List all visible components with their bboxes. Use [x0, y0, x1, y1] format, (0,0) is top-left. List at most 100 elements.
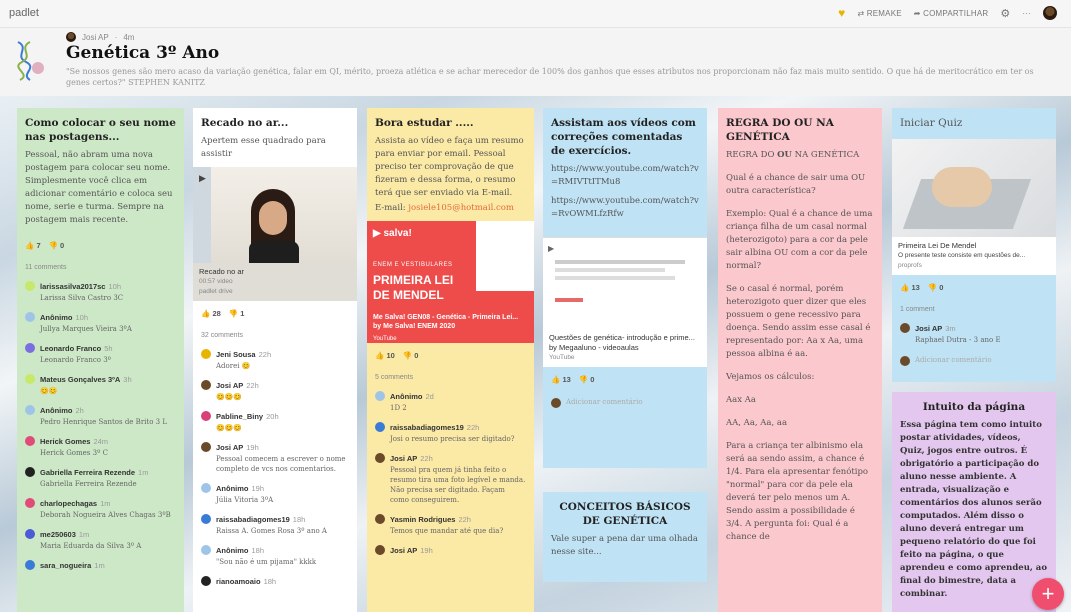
comment-count: 11 comments [25, 264, 67, 271]
link-preview: Primeira Lei De Mendel O presente teste … [892, 237, 1056, 275]
share-button[interactable]: ➦ COMPARTILHAR [914, 9, 989, 18]
play-icon[interactable]: ▶ [548, 242, 554, 255]
commenter-avatar[interactable] [375, 545, 385, 555]
dislike-button[interactable]: 👎 0 [928, 281, 944, 294]
commenter-avatar[interactable] [25, 343, 35, 353]
post-card[interactable]: Intuito da página Essa página tem como i… [892, 392, 1056, 612]
commenter-avatar[interactable] [900, 323, 910, 333]
comment-item: Leonardo Franco 5h Leonardo Franco 3º [17, 339, 184, 370]
commenter-avatar[interactable] [25, 467, 35, 477]
youtube-thumbnail[interactable]: ▶ salva! ENEM E VESTIBULARES PRIMEIRA LE… [367, 221, 534, 343]
commenter-avatar[interactable] [25, 529, 35, 539]
like-button[interactable]: 👍 13 [900, 281, 920, 294]
commenter-name[interactable]: Yasmin Rodrigues 22h [390, 513, 503, 526]
dislike-button[interactable]: 👎 0 [403, 349, 419, 362]
commenter-name[interactable]: Josi AP 22h [390, 452, 526, 465]
commenter-name[interactable]: Leonardo Franco 5h [40, 342, 113, 355]
post-card[interactable]: Como colocar o seu nome nas postagens...… [17, 108, 184, 233]
commenter-avatar[interactable] [25, 312, 35, 322]
page-description: "Se nossos genes são mero acaso da varia… [66, 67, 1034, 87]
post-card[interactable]: CONCEITOS BÁSICOS DE GENÉTICA Vale super… [543, 492, 707, 582]
commenter-avatar[interactable] [375, 391, 385, 401]
commenter-name[interactable]: Josi AP 22h [216, 379, 259, 392]
commenter-name[interactable]: me250603 1m [40, 528, 141, 541]
youtube-link-2[interactable]: https://www.youtube.com/watch?v=RvOWMLfz… [551, 195, 699, 221]
commenter-name[interactable]: Herick Gomes 24m [40, 435, 108, 448]
user-avatar[interactable] [1043, 6, 1057, 20]
commenter-name[interactable]: Anônimo 2d [390, 390, 434, 403]
commenter-name[interactable]: Josi AP 3m [915, 322, 1001, 335]
video-thumbnail[interactable]: ▶ [193, 167, 357, 263]
dislike-button[interactable]: 👎 0 [49, 239, 65, 252]
commenter-avatar[interactable] [25, 436, 35, 446]
commenter-name[interactable]: Josi AP 19h [390, 544, 433, 557]
play-icon[interactable]: ▶ [199, 173, 206, 186]
column-5: REGRA DO OU NA GENÉTICA REGRA DO OU NA G… [718, 108, 882, 612]
commenter-name[interactable]: Pabline_Biny 20h [216, 410, 279, 423]
commenter-name[interactable]: Anônimo 2h [40, 404, 167, 417]
commenter-avatar[interactable] [201, 545, 211, 555]
like-button[interactable]: 👍 28 [201, 307, 221, 320]
gear-icon[interactable]: ⚙ [1000, 7, 1010, 20]
commenter-name[interactable]: charlopechagas 1m [40, 497, 171, 510]
commenter-name[interactable]: sara_nogueira 1m [40, 559, 105, 572]
like-button[interactable]: 👍 13 [551, 373, 571, 386]
email-label: E-mail: [375, 203, 406, 213]
post-card[interactable]: Bora estudar ..... Assista ao vídeo e fa… [367, 108, 534, 221]
commenter-avatar[interactable] [201, 411, 211, 421]
commenter-name[interactable]: rianoamoaio 18h [216, 575, 276, 588]
heart-icon[interactable]: ♥ [838, 6, 845, 20]
author-name[interactable]: Josi AP [82, 33, 109, 42]
youtube-link-1[interactable]: https://www.youtube.com/watch?v=RMIVTtIT… [551, 163, 699, 189]
commenter-avatar[interactable] [201, 514, 211, 524]
post-card[interactable]: Assistam aos vídeos com correções coment… [543, 108, 707, 468]
post-card[interactable]: Iniciar Quiz Primeira Lei De Mendel O pr… [892, 108, 1056, 382]
post-body: Pessoal, não abram uma nova postagem par… [25, 150, 173, 225]
commenter-avatar[interactable] [201, 380, 211, 390]
dislike-button[interactable]: 👎 1 [229, 307, 245, 320]
commenter-avatar[interactable] [201, 349, 211, 359]
commenter-avatar[interactable] [375, 453, 385, 463]
commenter-name[interactable]: raissabadiagomes19 18h [216, 513, 327, 526]
post-title: Como colocar o seu nome nas postagens... [25, 117, 176, 143]
padlet-logo[interactable]: padlet [9, 7, 39, 19]
commenter-name[interactable]: Jeni Sousa 22h [216, 348, 271, 361]
commenter-avatar[interactable] [375, 422, 385, 432]
comment-text: Raissa A. Gomes Rosa 3º ano A [216, 527, 327, 535]
email-link[interactable]: josiele105@hotmail.com [408, 203, 514, 213]
post-card[interactable]: Recado no ar... Apertem esse quadrado pa… [193, 108, 357, 167]
comment-list: Josi AP 3m Raphael Dutra - 3 ano E [892, 319, 1056, 350]
commenter-avatar[interactable] [201, 483, 211, 493]
post-title[interactable]: Iniciar Quiz [900, 116, 1048, 130]
more-button[interactable]: ··· [1022, 9, 1031, 18]
commenter-name[interactable]: Anônimo 10h [40, 311, 132, 324]
add-comment-field[interactable]: Adicionar comentário [543, 392, 707, 415]
commenter-name[interactable]: Anônimo 18h [216, 544, 316, 557]
commenter-name[interactable]: Gabriella Ferreira Rezende 1m [40, 466, 148, 479]
post-title: CONCEITOS BÁSICOS DE GENÉTICA [559, 501, 691, 527]
add-comment-field[interactable]: Adicionar comentário [892, 350, 1056, 373]
commenter-avatar[interactable] [375, 514, 385, 524]
commenter-avatar[interactable] [25, 374, 35, 384]
video-thumbnail[interactable]: ▶ [543, 237, 707, 329]
post-card[interactable]: REGRA DO OU NA GENÉTICA REGRA DO OU NA G… [718, 108, 882, 550]
like-button[interactable]: 👍 10 [375, 349, 395, 362]
commenter-name[interactable]: larissasilva2017sc 10h [40, 280, 123, 293]
commenter-name[interactable]: Anônimo 19h [216, 482, 273, 495]
comment-item: raissabadiagomes19 22h Josi o resumo preci… [367, 418, 534, 449]
commenter-avatar[interactable] [25, 560, 35, 570]
like-button[interactable]: 👍 7 [25, 239, 41, 252]
quiz-thumbnail[interactable] [892, 139, 1056, 237]
commenter-avatar[interactable] [25, 498, 35, 508]
commenter-avatar[interactable] [25, 281, 35, 291]
commenter-avatar[interactable] [201, 576, 211, 586]
commenter-name[interactable]: raissabadiagomes19 22h [390, 421, 514, 434]
remake-button[interactable]: ⇄ REMAKE [857, 9, 901, 18]
comment-text: Pessoal comecem a escrever o nome comple… [216, 455, 346, 473]
add-post-button[interactable]: + [1032, 578, 1064, 610]
dislike-button[interactable]: 👎 0 [579, 373, 595, 386]
commenter-avatar[interactable] [201, 442, 211, 452]
commenter-avatar[interactable] [25, 405, 35, 415]
commenter-name[interactable]: Mateus Gonçalves 3ºA 3h [40, 373, 132, 386]
commenter-name[interactable]: Josi AP 19h [216, 441, 349, 454]
